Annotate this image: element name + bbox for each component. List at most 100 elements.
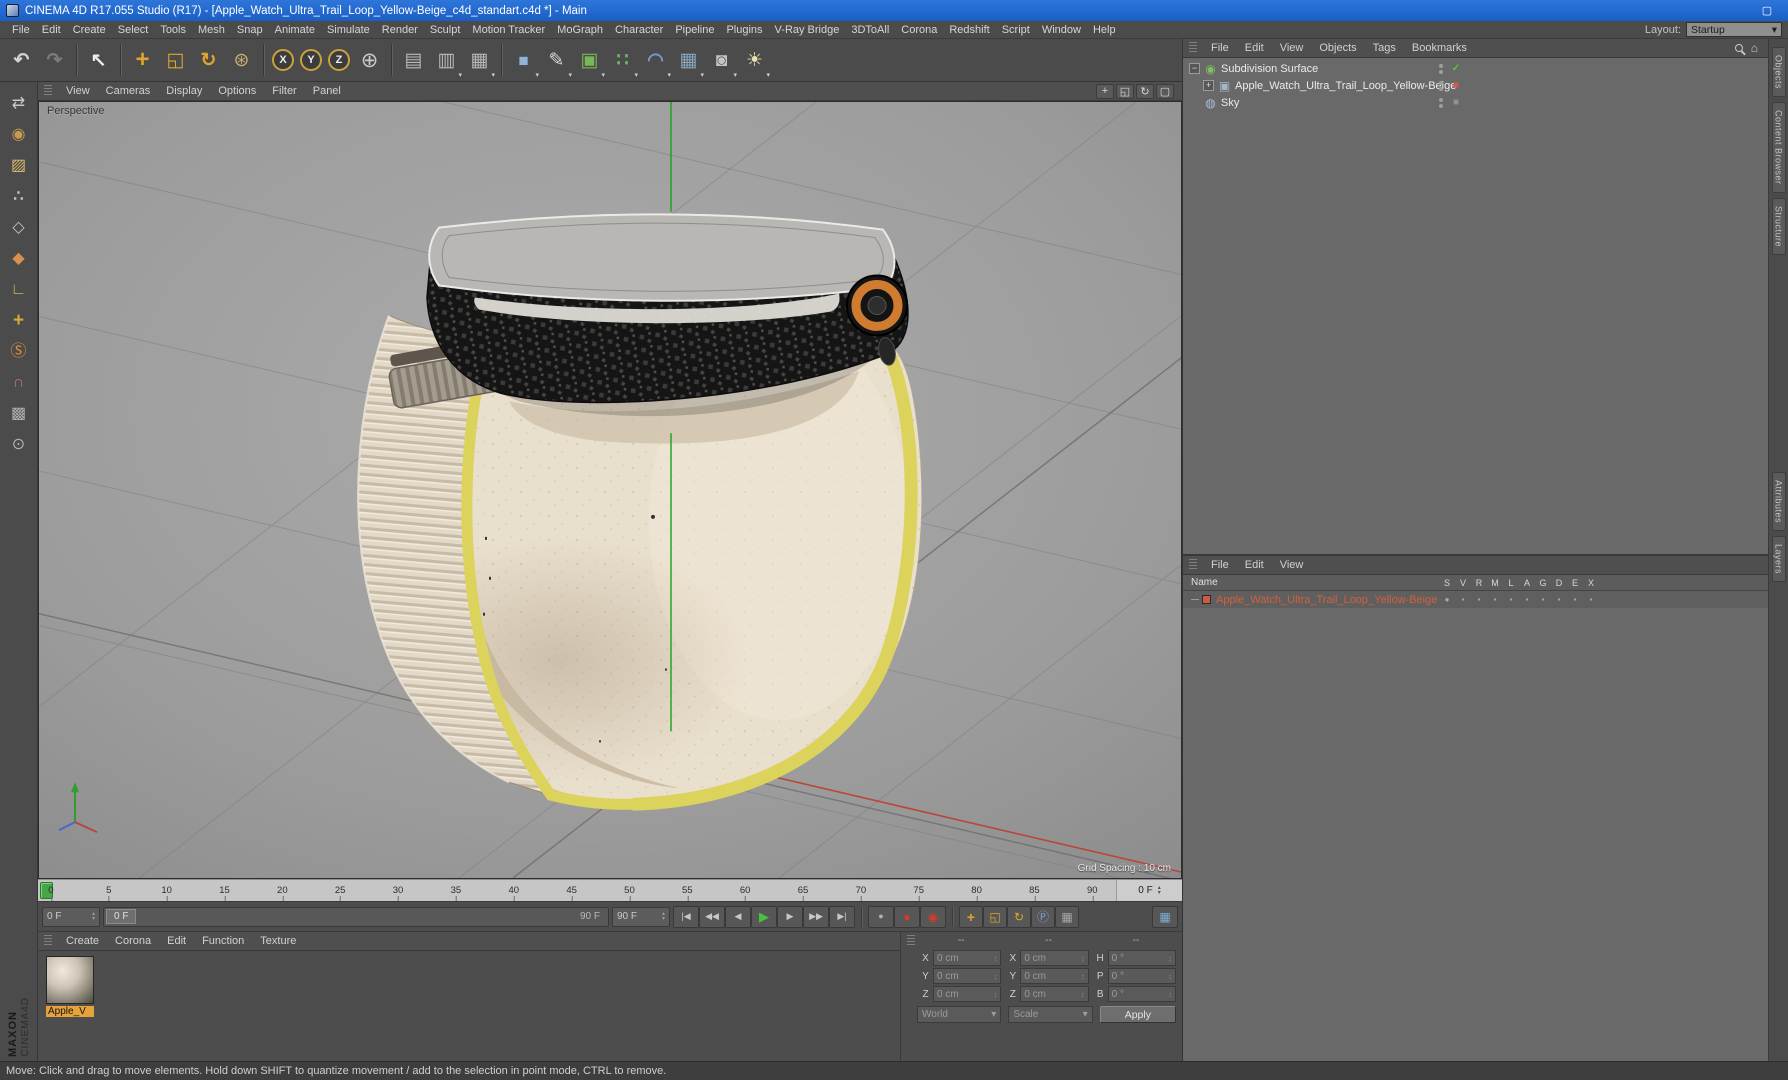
viewport-menu-item[interactable]: Options [210, 85, 264, 97]
last-tool-icon[interactable]: ⊛ [225, 41, 258, 79]
coordinate-input[interactable]: 0 ° ↕ [1107, 950, 1176, 966]
start-frame-field[interactable]: 0 F ▴ ▾ [42, 906, 100, 927]
edges-mode-icon[interactable]: ◇ [4, 214, 34, 241]
coordinate-input[interactable]: 0 ° ↕ [1107, 968, 1176, 984]
record-scale-toggle[interactable]: ◱ [983, 905, 1007, 928]
menu-item[interactable]: V-Ray Bridge [769, 24, 846, 36]
primitive-cube-icon[interactable]: ■ ▾ [507, 41, 540, 80]
viewport-menu-item[interactable]: View [58, 85, 98, 97]
material-name-label[interactable]: Apple_V [46, 1006, 94, 1017]
stepper-icon[interactable]: ↕ [993, 954, 997, 963]
record-options-button[interactable]: ◉ [920, 905, 946, 928]
range-slider-thumb[interactable]: 0 F [106, 909, 137, 924]
search-icon[interactable] [1734, 44, 1743, 52]
coordinate-system-icon[interactable]: ⊕ [353, 41, 386, 79]
stepper-icon[interactable]: ↕ [993, 972, 997, 981]
toggle-view-icon[interactable]: ▢ [1156, 83, 1174, 99]
menu-item[interactable]: Animate [269, 24, 321, 36]
end-frame-field[interactable]: 90 F ▴ ▾ [612, 906, 670, 927]
mograph-icon[interactable]: ∷ ▾ [606, 41, 639, 80]
layer-toggle-icon[interactable]: ▪ [1487, 595, 1503, 604]
viewport[interactable]: Perspective Grid Spacing : 10 cm [38, 101, 1182, 879]
menu-item[interactable]: File [6, 24, 36, 36]
layer-toggle-icon[interactable]: ▪ [1567, 595, 1583, 604]
light-icon[interactable]: ☀ ▾ [738, 41, 771, 80]
object-row[interactable]: + ▣ Apple_Watch_Ultra_Trail_Loop_Yellow-… [1183, 77, 1768, 94]
camera-icon[interactable]: ◙ ▾ [705, 41, 738, 80]
live-selection-icon[interactable]: ↖ [82, 41, 115, 79]
model-mode-icon[interactable]: ◉ [4, 121, 34, 148]
material-item[interactable]: Apple_V [46, 956, 96, 1056]
material-menu-item[interactable]: Edit [159, 935, 194, 947]
layer-manager-menu-item[interactable]: View [1272, 559, 1312, 571]
viewport-canvas[interactable] [39, 102, 1181, 878]
layer-toggle-icon[interactable]: ▪ [1535, 595, 1551, 604]
material-menu-item[interactable]: Create [58, 935, 107, 947]
panel-grip[interactable] [1189, 42, 1197, 54]
menu-item[interactable]: Snap [231, 24, 269, 36]
stepper-icon[interactable]: ↕ [1168, 990, 1172, 999]
layer-toggle-icon[interactable]: ▪ [1455, 595, 1471, 604]
side-tab[interactable]: Objects [1771, 47, 1786, 98]
viewport-menu-item[interactable]: Panel [305, 85, 349, 97]
coordinate-input[interactable]: 0 cm ↕ [933, 986, 1002, 1002]
workplane-icon[interactable]: ⊙ [4, 431, 34, 458]
stepper-icon[interactable]: ↕ [1081, 972, 1085, 981]
subdivision-generator-icon[interactable]: ▣ ▾ [573, 41, 606, 80]
previous-key-button[interactable]: ◀◀ [699, 905, 725, 928]
stepper-icon[interactable]: ▴ ▾ [92, 911, 95, 922]
object-manager-menu-item[interactable]: Tags [1365, 42, 1404, 54]
lock-workplane-icon[interactable]: ▩ [4, 400, 34, 427]
material-thumbnail[interactable] [46, 956, 94, 1004]
snap-icon[interactable]: ∩ [4, 369, 34, 396]
previous-frame-button[interactable]: ◀ [725, 905, 751, 928]
keyframe-presets-icon[interactable]: ▦ [1152, 905, 1178, 928]
menu-item[interactable]: Edit [36, 24, 67, 36]
viewport-camera-label[interactable]: Perspective [47, 105, 104, 117]
layer-toggle-icon[interactable]: ● [1439, 595, 1455, 604]
environment-icon[interactable]: ▦ ▾ [672, 41, 705, 80]
lock-z-axis-button[interactable]: Z [328, 49, 350, 71]
menu-item[interactable]: Simulate [321, 24, 376, 36]
coordinate-input[interactable]: 0 ° ↕ [1107, 986, 1176, 1002]
render-settings-icon[interactable]: ▦ ▾ [463, 41, 496, 80]
goto-start-button[interactable]: |◀ [673, 905, 699, 928]
layer-manager-menu-item[interactable]: Edit [1237, 559, 1272, 571]
menu-item[interactable]: Select [112, 24, 155, 36]
visibility-dots-icon[interactable] [1439, 97, 1443, 108]
render-view-icon[interactable]: ▤ [397, 41, 430, 79]
menu-item[interactable]: Mesh [192, 24, 231, 36]
menu-item[interactable]: Corona [895, 24, 943, 36]
texture-mode-icon[interactable]: ▨ [4, 152, 34, 179]
home-icon[interactable]: ⌂ [1751, 41, 1758, 55]
watch-model[interactable] [357, 213, 923, 811]
record-parameter-toggle[interactable]: Ⓟ [1031, 905, 1055, 928]
solo-mode-icon[interactable]: Ⓢ [4, 338, 34, 365]
object-manager-menu-item[interactable]: View [1272, 42, 1312, 54]
coordinate-mode-dropdown[interactable]: World ▾ [917, 1006, 1002, 1023]
layout-dropdown[interactable]: Startup ▾ [1686, 22, 1782, 37]
object-manager-menu-item[interactable]: Bookmarks [1404, 42, 1475, 54]
frame-range-slider[interactable]: 0 F 90 F [103, 906, 609, 927]
record-keyframe-button[interactable]: ● [868, 905, 894, 928]
pan-view-icon[interactable]: + [1096, 83, 1114, 99]
material-menu-item[interactable]: Texture [252, 935, 304, 947]
layer-toggle-icon[interactable]: ▪ [1471, 595, 1487, 604]
panel-grip[interactable] [44, 935, 52, 947]
menu-item[interactable]: Help [1087, 24, 1122, 36]
material-menu-item[interactable]: Function [194, 935, 252, 947]
lock-x-axis-button[interactable]: X [272, 49, 294, 71]
menu-item[interactable]: Pipeline [669, 24, 720, 36]
menu-item[interactable]: Plugins [720, 24, 768, 36]
object-name-label[interactable]: Sky [1221, 97, 1239, 109]
stepper-icon[interactable]: ▴ ▾ [1158, 885, 1161, 896]
size-mode-dropdown[interactable]: Scale ▾ [1008, 1006, 1093, 1023]
layer-list[interactable]: Apple_Watch_Ultra_Trail_Loop_Yellow-Beig… [1183, 591, 1768, 1061]
maximize-button[interactable]: ▢ [1752, 1, 1782, 20]
layer-toggle-icon[interactable]: ▪ [1503, 595, 1519, 604]
layer-row[interactable]: Apple_Watch_Ultra_Trail_Loop_Yellow-Beig… [1183, 591, 1768, 608]
panel-grip[interactable] [44, 85, 52, 97]
deformer-icon[interactable]: ◠ ▾ [639, 41, 672, 80]
object-name-label[interactable]: Apple_Watch_Ultra_Trail_Loop_Yellow-Beig… [1235, 80, 1456, 92]
coordinate-input[interactable]: 0 cm ↕ [1020, 950, 1089, 966]
